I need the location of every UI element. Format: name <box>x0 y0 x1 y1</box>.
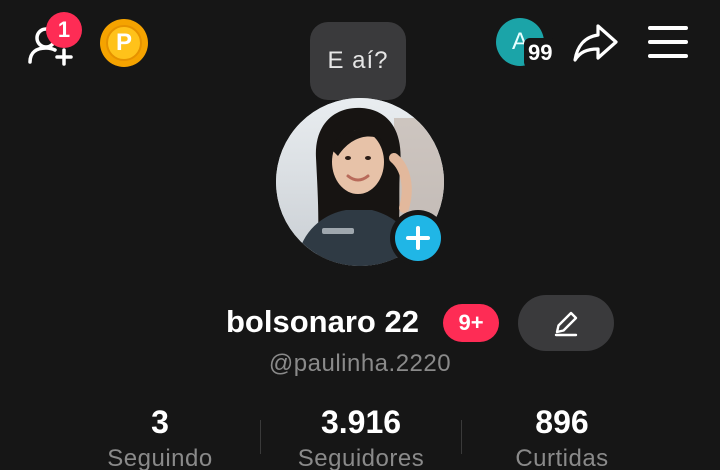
profile-screen: 1 P A 99 E aí? bolsonaro 22 9+ @paulinha… <box>0 0 720 470</box>
account-switch-button[interactable]: A 99 <box>496 18 562 68</box>
stat-label: Curtidas <box>515 445 609 470</box>
stat-value: 3.916 <box>320 404 402 440</box>
edit-profile-button[interactable] <box>518 295 614 351</box>
display-name: bolsonaro 22 <box>226 304 419 339</box>
pencil-icon <box>554 311 578 337</box>
menu-line-icon <box>648 26 688 30</box>
share-button[interactable] <box>572 20 620 64</box>
stat-likes[interactable]: 896 Curtidas <box>462 402 662 470</box>
share-arrow-icon <box>573 24 618 62</box>
friend-requests-badge: 1 <box>46 12 82 48</box>
plus-icon <box>406 226 430 250</box>
account-notification-count: 99 <box>524 38 557 68</box>
note-bubble[interactable]: E aí? <box>310 22 406 100</box>
stat-value: 896 <box>535 404 589 440</box>
stat-following[interactable]: 3 Seguindo <box>60 402 260 470</box>
stat-label: Seguindo <box>107 445 213 470</box>
username-handle: @paulinha.2220 <box>268 350 452 377</box>
add-photo-button[interactable] <box>390 210 446 266</box>
coin-button[interactable]: P <box>100 19 148 67</box>
menu-line-icon <box>648 40 688 44</box>
stat-value: 3 <box>151 404 169 440</box>
coin-icon: P <box>106 25 142 61</box>
stat-followers[interactable]: 3.916 Seguidores <box>261 402 461 470</box>
stat-label: Seguidores <box>297 445 425 470</box>
name-badge[interactable]: 9+ <box>443 304 499 342</box>
menu-button[interactable] <box>648 26 688 60</box>
menu-line-icon <box>648 54 688 58</box>
